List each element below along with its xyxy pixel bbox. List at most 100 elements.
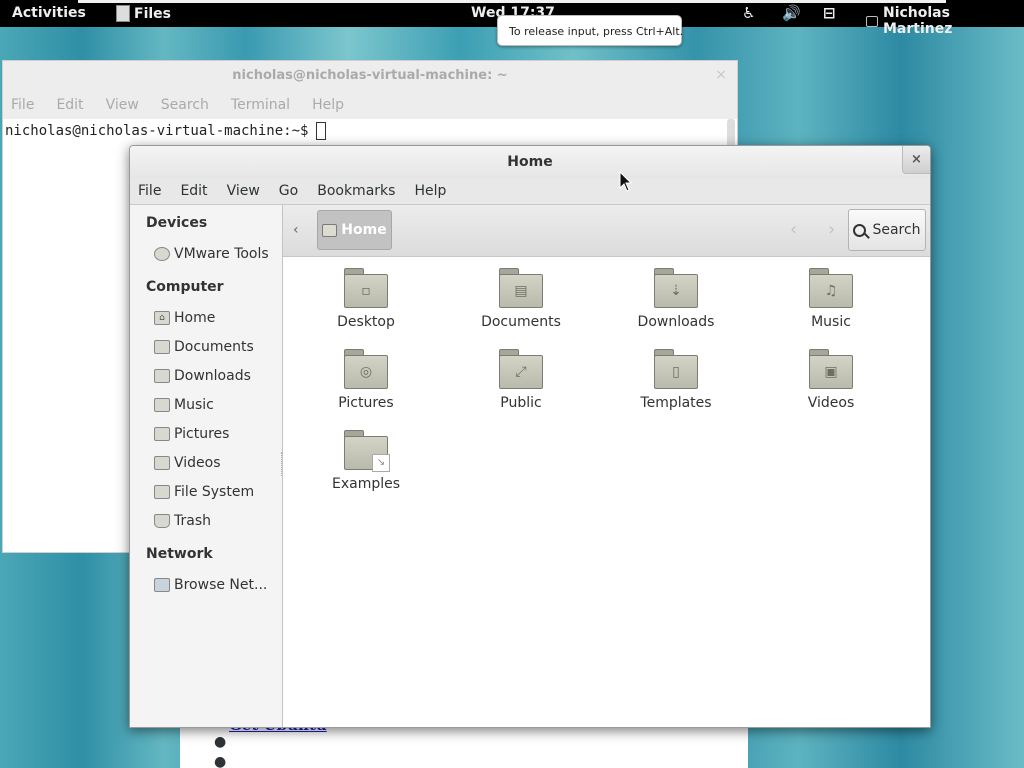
folder-videos[interactable]: ▣ Videos bbox=[771, 349, 891, 411]
trash-icon bbox=[154, 514, 170, 528]
menu-help[interactable]: Help bbox=[414, 178, 446, 204]
terminal-menu-help[interactable]: Help bbox=[312, 91, 344, 119]
folder-downloads-icon: ⇣ bbox=[654, 268, 698, 308]
folder-label: Music bbox=[811, 314, 851, 330]
vm-release-tooltip: To release input, press Ctrl+Alt. bbox=[497, 15, 683, 46]
menu-go[interactable]: Go bbox=[279, 178, 298, 204]
folder-pictures[interactable]: ◎ Pictures bbox=[306, 349, 426, 411]
search-icon bbox=[853, 223, 867, 237]
sidebar-item-label: Home bbox=[174, 310, 216, 326]
sidebar-item-label: Downloads bbox=[174, 368, 251, 384]
sidebar-item-vmware-tools[interactable]: VMware Tools bbox=[154, 246, 269, 262]
sidebar-item-browse-network[interactable]: Browse Net... bbox=[154, 577, 267, 593]
terminal-menu-file[interactable]: File bbox=[11, 91, 34, 119]
folder-music-icon: ♫ bbox=[809, 268, 853, 308]
file-manager-window[interactable]: Home × File Edit View Go Bookmarks Help … bbox=[129, 145, 931, 728]
folder-label: Templates bbox=[640, 395, 712, 411]
pictures-folder-icon bbox=[154, 427, 170, 441]
folder-downloads[interactable]: ⇣ Downloads bbox=[616, 268, 736, 330]
folder-label: Downloads bbox=[637, 314, 715, 330]
mouse-pointer-icon bbox=[619, 171, 633, 192]
screen-edge-strip bbox=[78, 0, 946, 3]
app-menu-label: Files bbox=[134, 5, 171, 22]
terminal-menu-view[interactable]: View bbox=[106, 91, 139, 119]
volume-icon[interactable]: 🔊 bbox=[782, 4, 801, 22]
file-manager-titlebar[interactable]: Home × bbox=[130, 146, 930, 178]
folder-label: Documents bbox=[481, 314, 561, 330]
list-bullet: ● bbox=[214, 734, 227, 750]
folder-label: Pictures bbox=[338, 395, 394, 411]
back-arrow-icon[interactable]: ‹ bbox=[790, 219, 797, 240]
file-manager-icon bbox=[116, 5, 130, 22]
search-button[interactable]: Search bbox=[848, 209, 926, 251]
sidebar-item-music[interactable]: Music bbox=[154, 397, 214, 413]
folder-label: Videos bbox=[807, 395, 855, 411]
sidebar-item-home[interactable]: ⌂ Home bbox=[154, 310, 215, 326]
home-folder-icon bbox=[322, 223, 338, 237]
folder-templates-icon: ▯ bbox=[654, 349, 698, 389]
app-menu[interactable]: Files bbox=[116, 5, 171, 22]
home-folder-icon: ⌂ bbox=[154, 311, 170, 325]
folder-desktop[interactable]: ▫ Desktop bbox=[306, 268, 426, 330]
music-folder-icon bbox=[154, 398, 170, 412]
folder-examples[interactable]: ↘ Examples bbox=[306, 430, 426, 492]
terminal-menu-edit[interactable]: Edit bbox=[56, 91, 83, 119]
sidebar-item-label: Documents bbox=[174, 339, 254, 355]
accessibility-icon[interactable]: ♿ bbox=[742, 4, 755, 22]
symlink-arrow-icon: ↘ bbox=[372, 454, 390, 472]
file-icon-grid: ▫ Desktop ▤ Documents ⇣ Downloads ♫ Musi… bbox=[283, 257, 930, 727]
menu-file[interactable]: File bbox=[138, 178, 161, 204]
location-toolbar: ‹ Home ‹ › Search bbox=[283, 205, 930, 257]
folder-public-icon: ⤢ bbox=[499, 349, 543, 389]
sidebar-item-trash[interactable]: Trash bbox=[154, 513, 211, 529]
terminal-content[interactable]: nicholas@nicholas-virtual-machine:~$ bbox=[3, 119, 737, 143]
path-button-home[interactable]: Home bbox=[317, 210, 392, 250]
sidebar-heading-network: Network bbox=[146, 546, 213, 562]
sidebar-item-label: Browse Net... bbox=[174, 577, 268, 593]
sidebar-item-downloads[interactable]: Downloads bbox=[154, 368, 251, 384]
sidebar-item-label: Pictures bbox=[174, 426, 230, 442]
path-scroll-left-icon[interactable]: ‹ bbox=[293, 222, 299, 238]
folder-documents-icon: ▤ bbox=[499, 268, 543, 308]
folder-pictures-icon: ◎ bbox=[344, 349, 388, 389]
terminal-menu-terminal[interactable]: Terminal bbox=[231, 91, 290, 119]
list-bullet: ● bbox=[214, 754, 227, 768]
folder-label: Public bbox=[500, 395, 542, 411]
sidebar-item-documents[interactable]: Documents bbox=[154, 339, 254, 355]
terminal-close-icon[interactable]: × bbox=[715, 67, 727, 83]
folder-desktop-icon: ▫ bbox=[344, 268, 388, 308]
documents-folder-icon bbox=[154, 340, 170, 354]
sidebar-item-videos[interactable]: Videos bbox=[154, 455, 221, 471]
terminal-prompt: nicholas@nicholas-virtual-machine:~$ bbox=[5, 123, 309, 139]
sidebar-item-label: Trash bbox=[174, 513, 211, 529]
folder-templates[interactable]: ▯ Templates bbox=[616, 349, 736, 411]
user-name: Nicholas Martinez bbox=[882, 5, 953, 37]
forward-arrow-icon[interactable]: › bbox=[828, 219, 835, 240]
folder-label: Desktop bbox=[337, 314, 395, 330]
user-status-icon bbox=[866, 15, 878, 27]
terminal-cursor bbox=[316, 122, 327, 140]
menu-bookmarks[interactable]: Bookmarks bbox=[317, 178, 395, 204]
sidebar-item-file-system[interactable]: File System bbox=[154, 484, 254, 500]
search-button-label: Search bbox=[872, 222, 921, 238]
menu-edit[interactable]: Edit bbox=[180, 178, 207, 204]
close-icon[interactable]: × bbox=[902, 146, 930, 174]
activities-button[interactable]: Activities bbox=[12, 5, 86, 21]
sidebar-item-pictures[interactable]: Pictures bbox=[154, 426, 229, 442]
menu-view[interactable]: View bbox=[227, 178, 260, 204]
downloads-folder-icon bbox=[154, 369, 170, 383]
terminal-menu-search[interactable]: Search bbox=[161, 91, 209, 119]
sidebar-item-label: Music bbox=[174, 397, 214, 413]
disc-icon bbox=[154, 247, 170, 261]
sidebar-heading-computer: Computer bbox=[146, 279, 224, 295]
user-menu[interactable]: Nicholas Martinez bbox=[866, 5, 1024, 37]
folder-music[interactable]: ♫ Music bbox=[771, 268, 891, 330]
sidebar-item-label: VMware Tools bbox=[174, 246, 269, 262]
path-button-label: Home bbox=[341, 222, 387, 238]
videos-folder-icon bbox=[154, 456, 170, 470]
folder-documents[interactable]: ▤ Documents bbox=[461, 268, 581, 330]
places-sidebar: Devices VMware Tools Computer ⌂ Home Doc… bbox=[130, 205, 283, 727]
folder-public[interactable]: ⤢ Public bbox=[461, 349, 581, 411]
network-icon[interactable]: ⊟ bbox=[823, 4, 836, 22]
filesystem-icon bbox=[154, 485, 170, 499]
